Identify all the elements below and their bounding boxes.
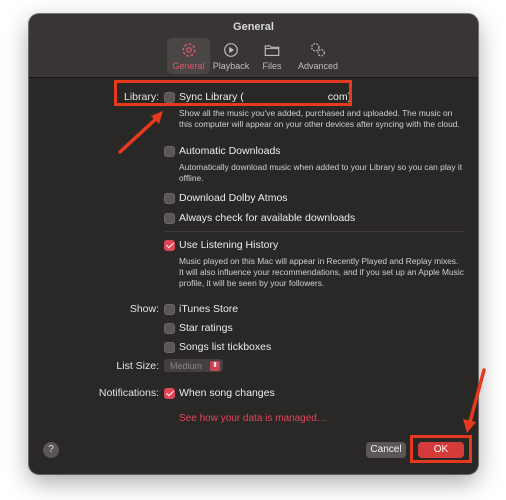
annotation-arrow-library bbox=[118, 111, 163, 154]
annotation-arrows bbox=[118, 111, 486, 433]
annotation-arrow-ok bbox=[463, 368, 486, 433]
